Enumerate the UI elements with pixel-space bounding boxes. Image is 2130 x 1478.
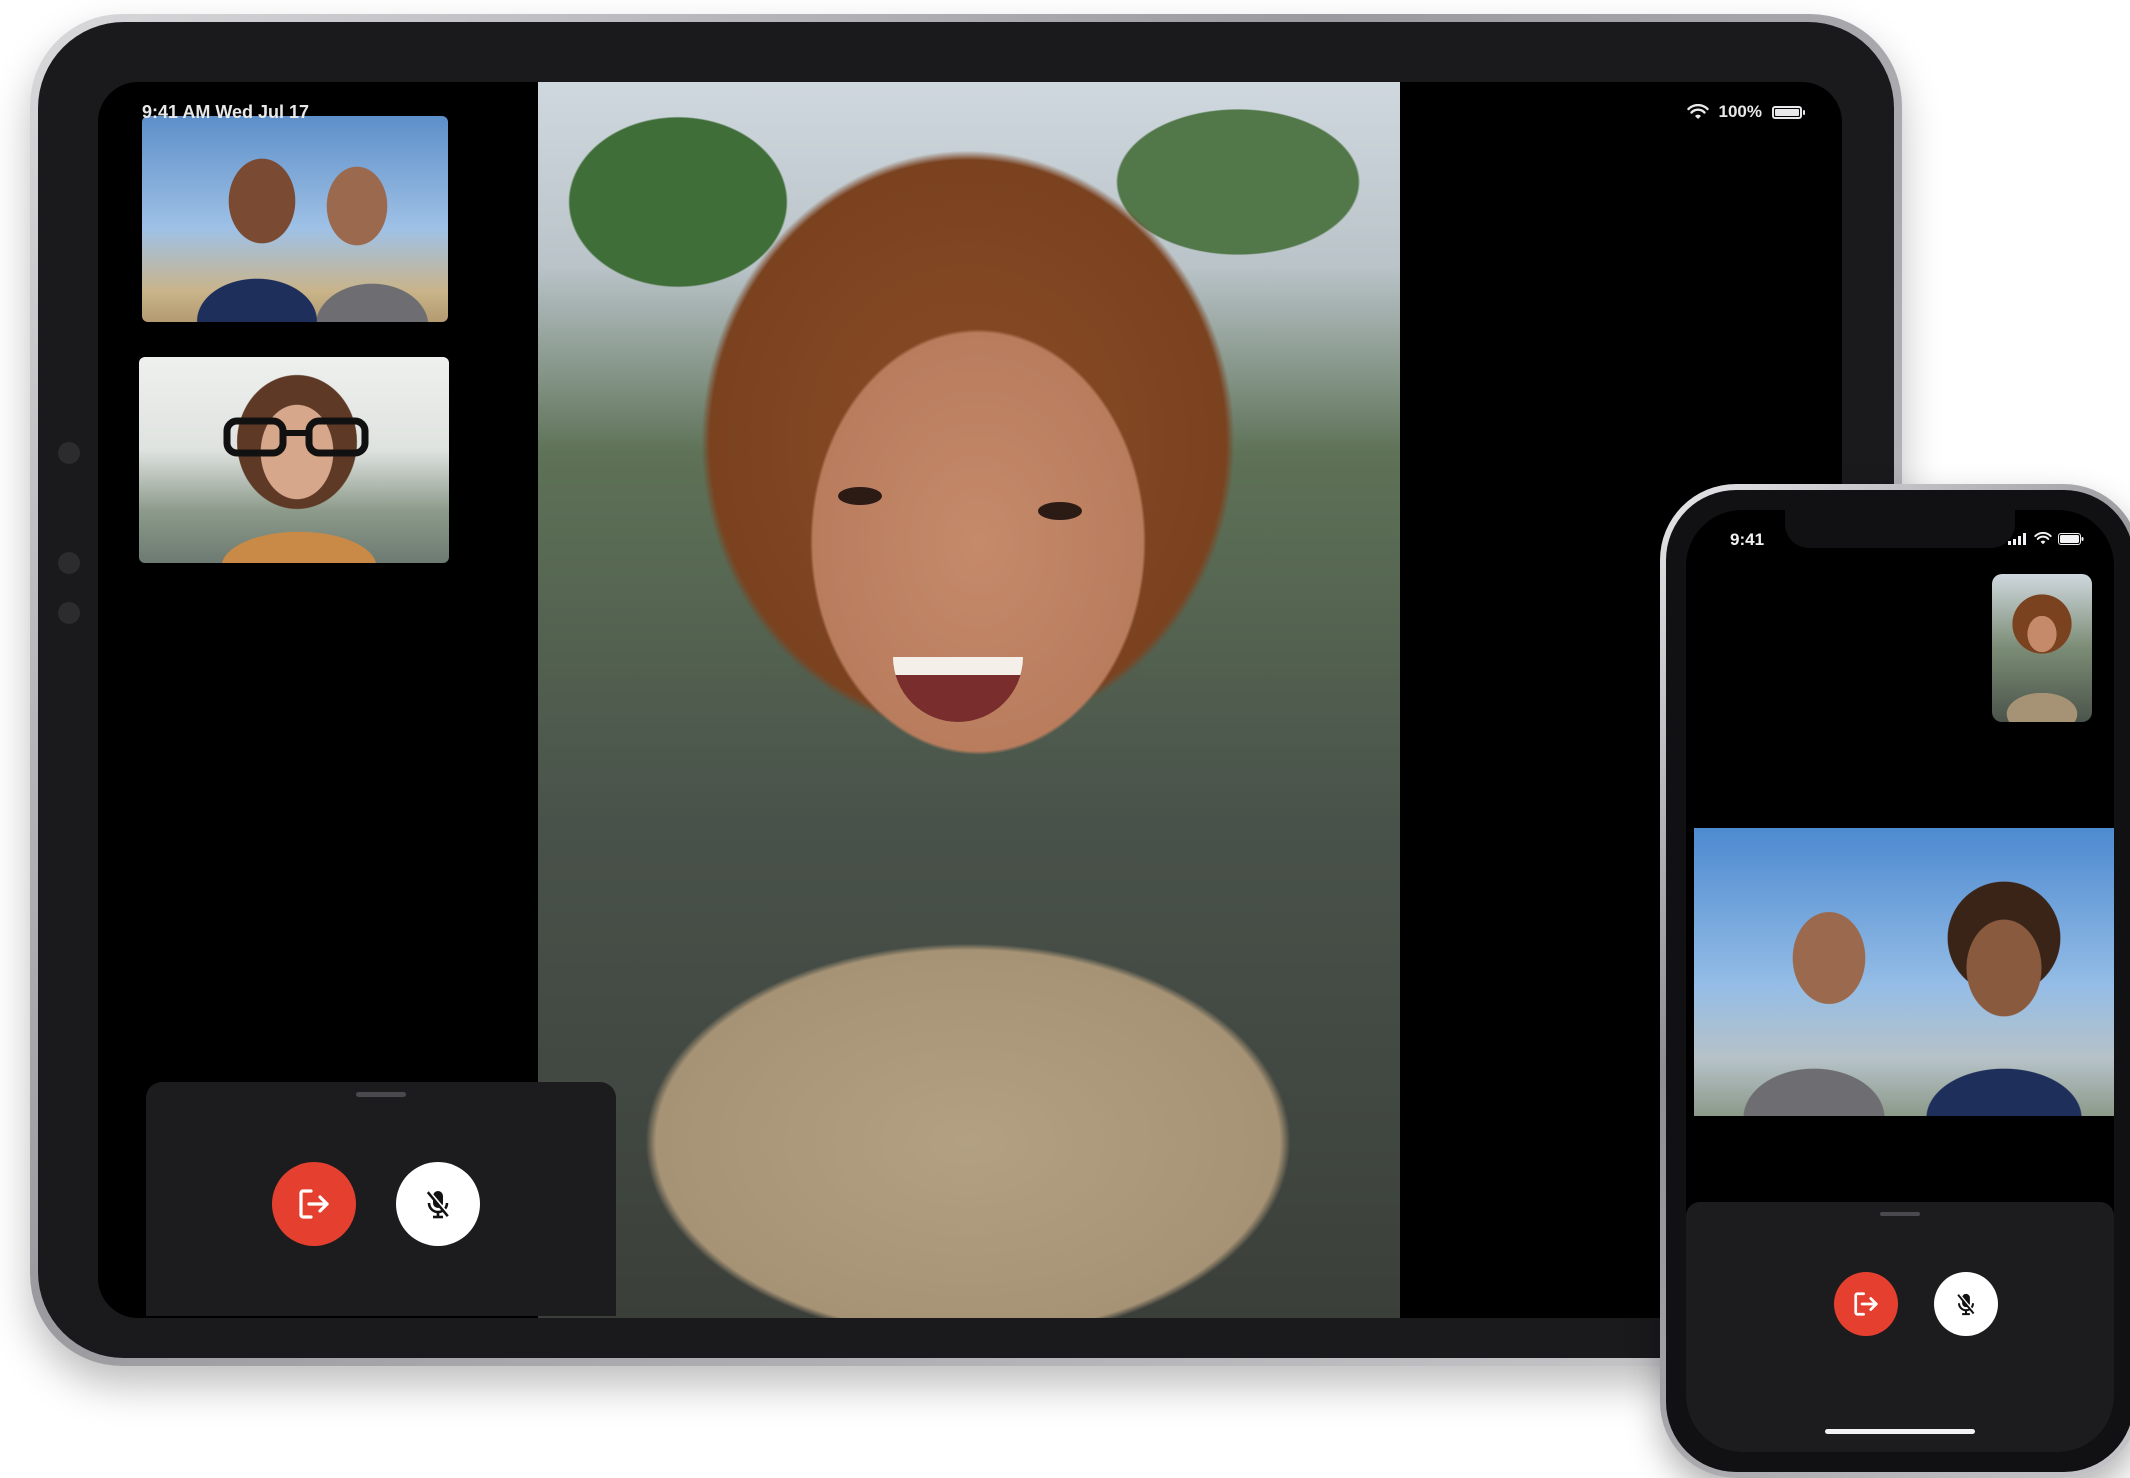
call-controls-sheet[interactable] (1686, 1202, 2114, 1452)
side-button (58, 602, 80, 624)
featured-participant-video[interactable] (538, 82, 1400, 1318)
phone-status-icons (2008, 532, 2084, 545)
woman-glasses-video-tile[interactable] (139, 357, 449, 563)
iphone-bezel: 9:41 (1666, 490, 2130, 1472)
couple-video-tile[interactable] (1694, 828, 2114, 1116)
leave-call-icon (1854, 1292, 1878, 1316)
iphone-screen: 9:41 (1686, 510, 2114, 1452)
eye (1038, 502, 1082, 520)
side-button (58, 442, 80, 464)
leave-call-icon (299, 1189, 329, 1219)
stage: 9:41 AM Wed Jul 17 100% 9:41 (0, 0, 2130, 1478)
mic-mute-icon (426, 1190, 451, 1219)
couple-video-tile[interactable] (142, 116, 448, 322)
wifi-icon (1686, 104, 1709, 119)
wifi-icon (2034, 532, 2052, 545)
glasses-graphic (223, 417, 369, 457)
iphone-device: 9:41 (1660, 484, 2130, 1478)
status-right: 100% (1686, 102, 1805, 122)
mute-button[interactable] (1934, 1272, 1998, 1336)
eye (838, 487, 882, 505)
sheet-grabber[interactable] (1880, 1212, 1920, 1216)
mute-button[interactable] (396, 1162, 480, 1246)
side-button (58, 552, 80, 574)
home-indicator[interactable] (1825, 1429, 1975, 1434)
battery-icon (1772, 105, 1805, 119)
notch (1785, 510, 2015, 548)
battery-percent: 100% (1718, 102, 1762, 121)
phone-status-time: 9:41 (1730, 530, 1765, 549)
mic-mute-icon (1957, 1293, 1976, 1316)
battery-icon (2058, 532, 2084, 545)
ipad-device: 9:41 AM Wed Jul 17 100% (30, 14, 1902, 1366)
mouth (893, 657, 1023, 722)
leave-call-button[interactable] (272, 1162, 356, 1246)
ipad-bezel: 9:41 AM Wed Jul 17 100% (38, 22, 1894, 1358)
call-controls-sheet[interactable] (146, 1082, 616, 1316)
cellular-signal-icon (2008, 532, 2026, 545)
sheet-grabber[interactable] (356, 1092, 406, 1097)
status-time-date: 9:41 AM Wed Jul 17 (142, 102, 310, 122)
leave-call-button[interactable] (1834, 1272, 1898, 1336)
ipad-screen: 9:41 AM Wed Jul 17 100% (98, 82, 1842, 1318)
self-view-tile[interactable] (1992, 574, 2092, 722)
